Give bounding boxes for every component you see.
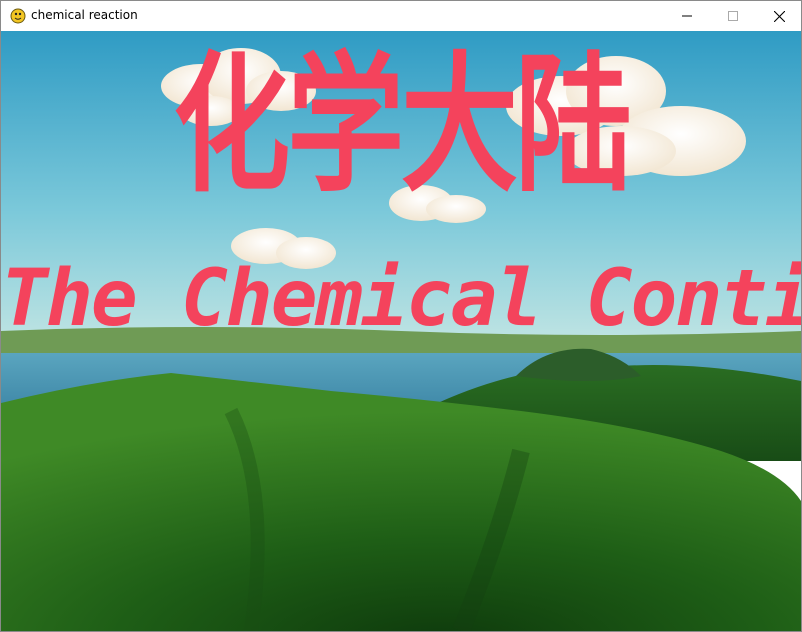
close-icon: [773, 10, 785, 22]
maximize-button[interactable]: [710, 1, 756, 31]
title-bar[interactable]: chemical reaction: [1, 1, 801, 31]
app-window: chemical reaction 化学大陆 The Chemical Cont: [0, 0, 802, 632]
game-title-english: The Chemical Continent: [1, 254, 801, 344]
close-button[interactable]: [756, 1, 802, 31]
minimize-button[interactable]: [664, 1, 710, 31]
window-title: chemical reaction: [31, 8, 138, 22]
maximize-icon: [728, 11, 738, 21]
pygame-snake-icon: [10, 8, 26, 24]
game-scene[interactable]: 化学大陆 The Chemical Continent: [1, 31, 801, 631]
game-title-chinese: 化学大陆: [173, 39, 632, 213]
minimize-icon: [682, 15, 692, 17]
